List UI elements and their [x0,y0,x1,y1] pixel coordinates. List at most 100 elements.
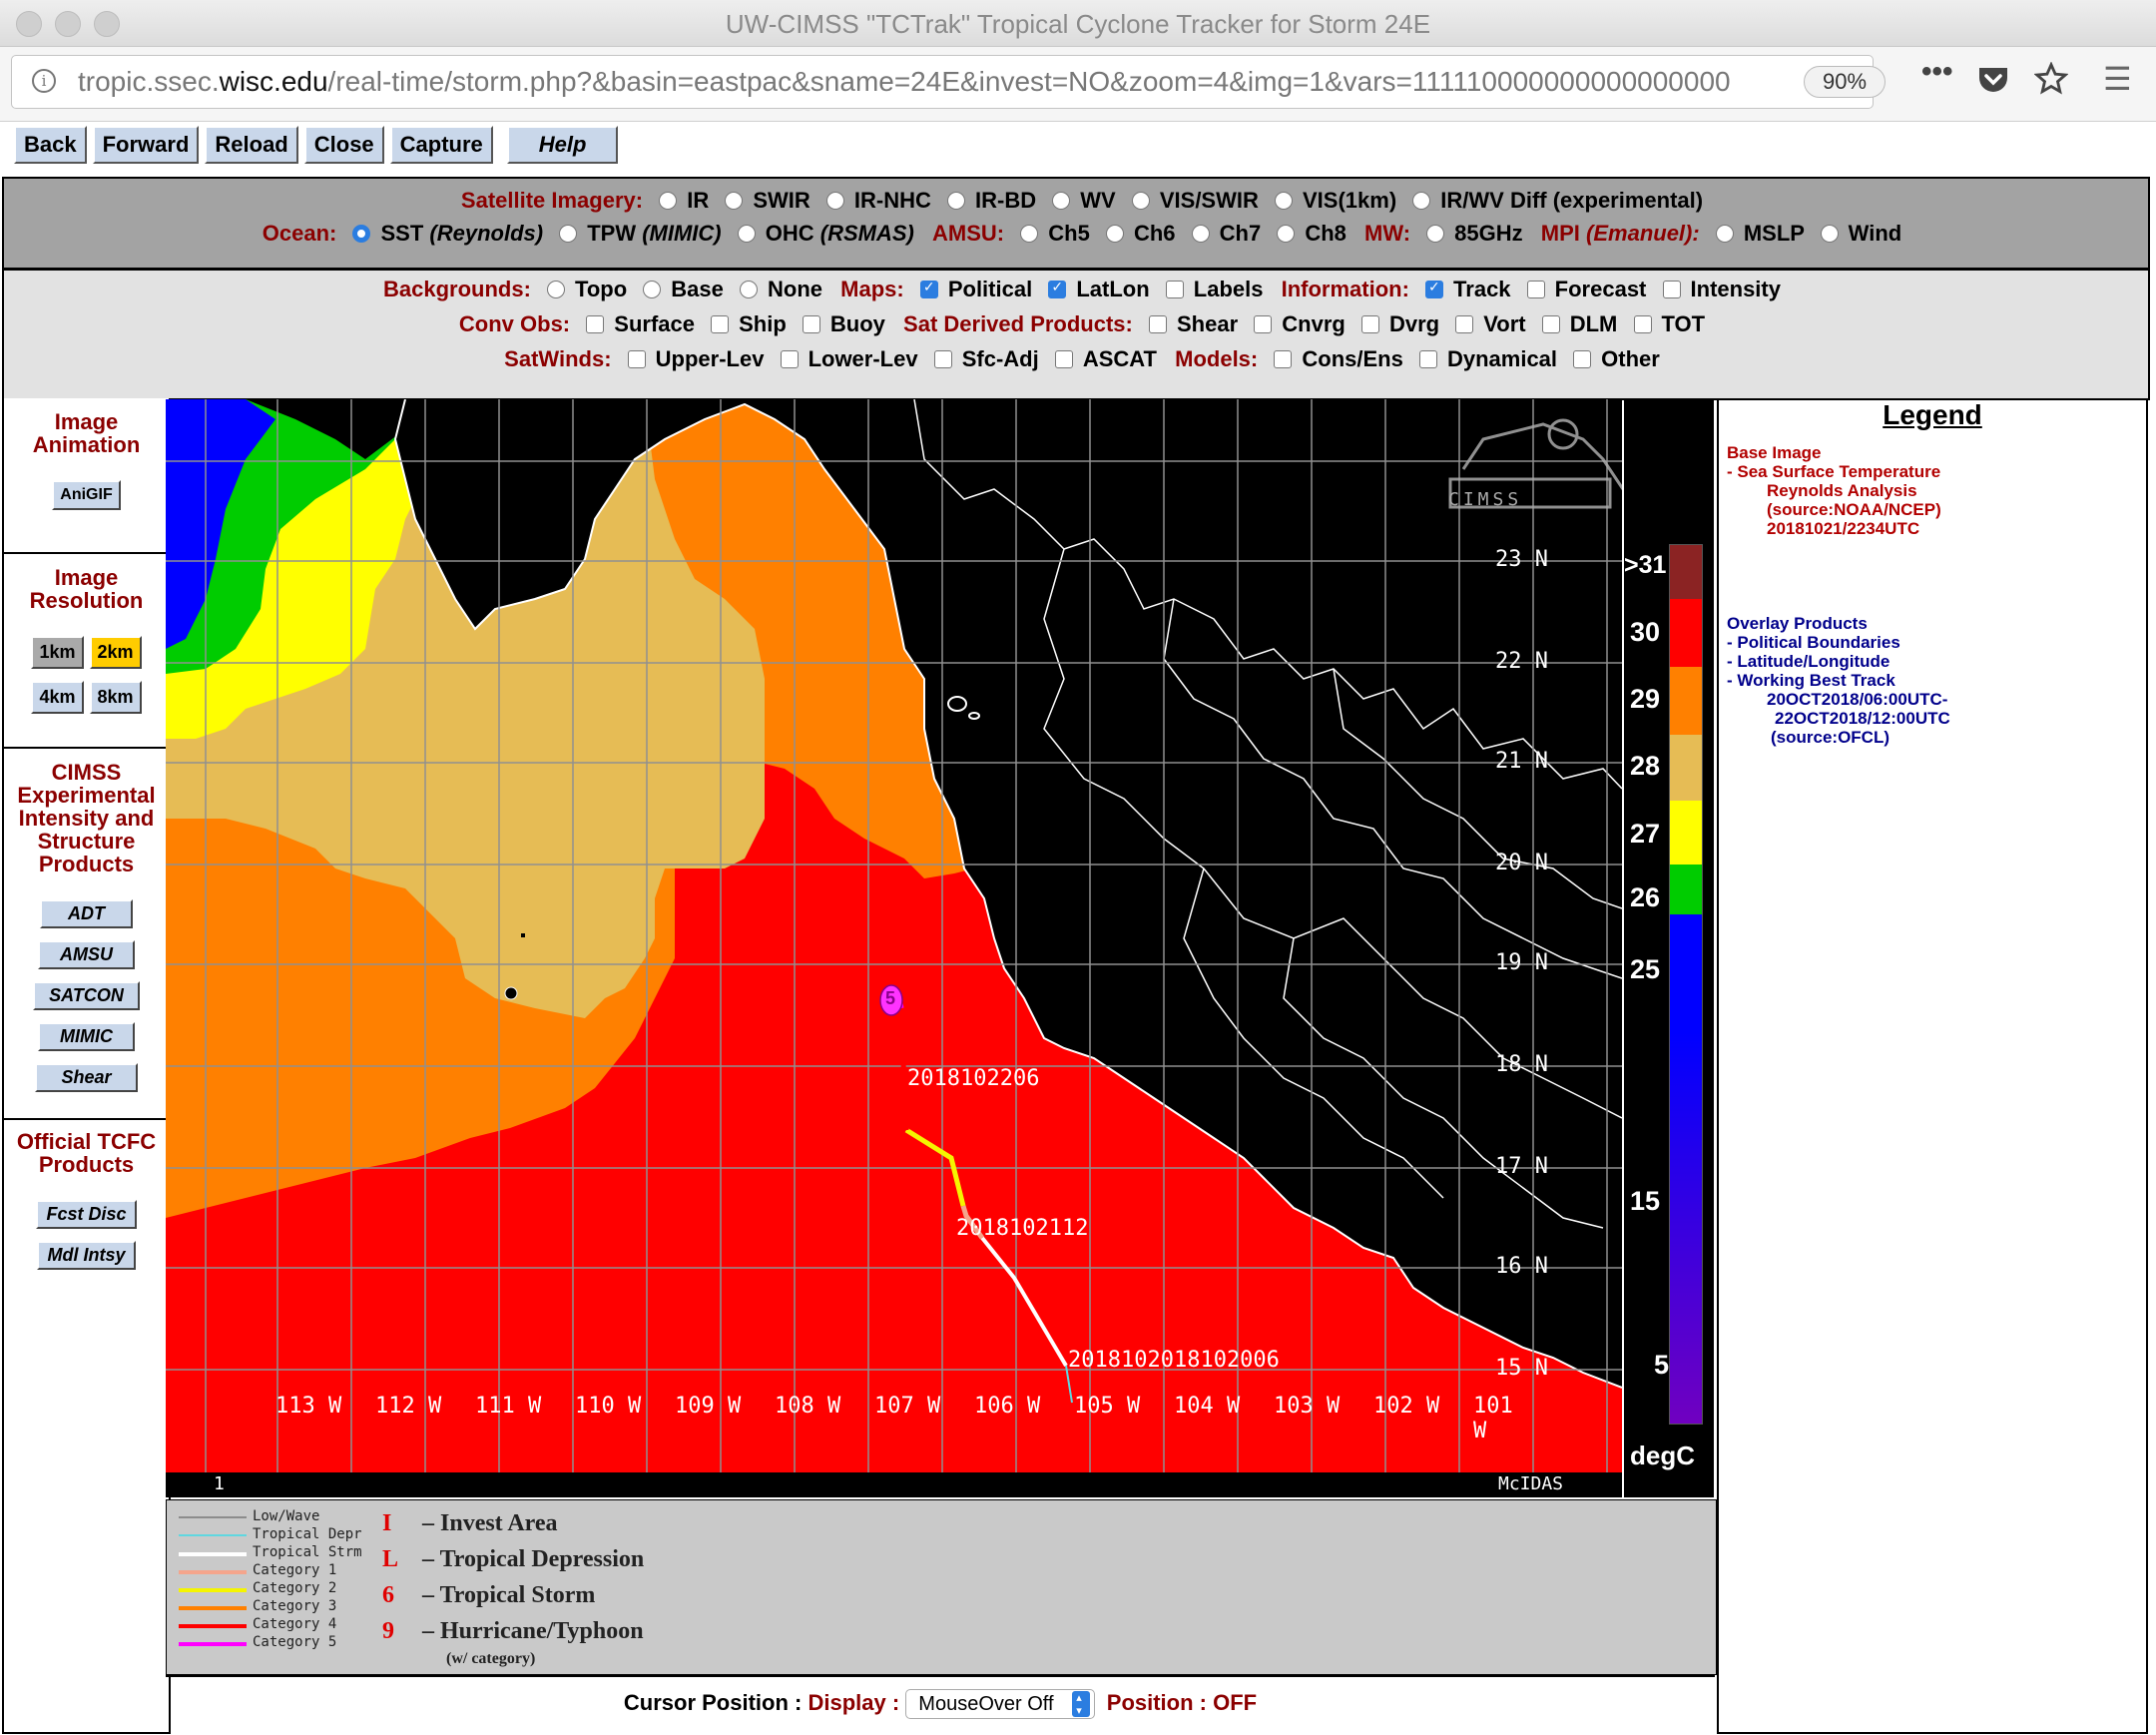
anigif-button[interactable]: AniGIF [52,480,121,510]
close-button[interactable]: Close [303,126,384,164]
checkbox-dvrg[interactable] [1360,315,1379,333]
checkbox-tot[interactable] [1633,315,1652,333]
address-bar[interactable]: i tropic.ssec.wisc.edu/real-time/storm.p… [11,55,1886,109]
radio-tpw[interactable] [559,225,578,243]
radio-wind[interactable] [1820,225,1839,243]
radio-ir[interactable] [659,192,678,210]
adt-button[interactable]: ADT [40,899,133,928]
checkbox-shear[interactable] [1149,315,1167,333]
radio-sst[interactable] [352,225,371,243]
official-tcfc-section: Official TCFC Products Fcst Disc Mdl Int… [4,1120,169,1276]
radio-ch7[interactable] [1191,225,1210,243]
help-button[interactable]: Help [506,126,619,164]
option-label: Wind [1848,221,1902,246]
checkbox-labels[interactable] [1165,281,1184,298]
radio-topo[interactable] [547,281,566,298]
section-title: Official TCFC Products [16,1129,157,1177]
radio-ir-bd[interactable] [947,192,966,210]
legend-line-swatch [179,1588,247,1592]
tropical-depression-legend: L – Tropical Depression [382,1546,644,1573]
radio-ir-wv-diff[interactable] [1412,192,1431,210]
radio-base[interactable] [643,281,662,298]
pocket-icon[interactable] [1977,66,2009,102]
checkbox-intensity[interactable] [1662,281,1681,298]
legend-line: (source:NOAA/NCEP) [1767,500,1941,519]
legend-line: - Working Best Track [1727,671,1895,690]
hamburger-menu-icon[interactable]: ☰ [2103,60,2132,98]
colorbar-scale [1669,544,1703,1425]
res-8km-button[interactable]: 8km [89,681,142,714]
lon-label: 103 W [1274,1394,1341,1419]
option-label: VIS/SWIR [1159,188,1259,213]
radio-ch5[interactable] [1020,225,1039,243]
checkbox-cons-ens[interactable] [1274,350,1293,368]
radio-swir[interactable] [725,192,744,210]
checkbox-buoy[interactable] [802,315,820,333]
checkbox-sfc-adj[interactable] [933,350,952,368]
amsu-button[interactable]: AMSU [38,940,135,969]
mimic-button[interactable]: MIMIC [38,1022,135,1051]
url-text[interactable]: tropic.ssec.wisc.edu/real-time/storm.php… [78,66,1775,98]
radio-wv[interactable] [1052,192,1071,210]
checkbox-cnvrg[interactable] [1254,315,1273,333]
option-label: Upper-Lev [655,346,765,371]
option-label: Ship [739,311,787,336]
checkbox-dlm[interactable] [1541,315,1560,333]
forward-button[interactable]: Forward [92,126,200,164]
option-label: Shear [1177,311,1239,336]
symbol-label: – Tropical Storm [422,1582,596,1608]
radio-vis-1km[interactable] [1275,192,1293,210]
checkbox-track[interactable] [1425,279,1444,298]
radio-ohc[interactable] [737,225,756,243]
zoom-indicator[interactable]: 90% [1804,66,1886,98]
storm-map[interactable]: CIMSS 23 N 22 N 21 N 20 N 19 N 18 N 17 N… [166,399,1622,1497]
shear-button[interactable]: Shear [35,1063,138,1092]
res-4km-button[interactable]: 4km [31,681,84,714]
checkbox-upper-lev[interactable] [627,350,646,368]
colorbar-label: 26 [1630,882,1661,912]
bookmark-star-icon[interactable] [2033,61,2069,104]
checkbox-forecast[interactable] [1526,281,1545,298]
island [968,712,980,720]
convobs-row: Conv Obs: Surface Ship Buoy Sat Derived … [4,311,2148,337]
option-label: Cons/Ens [1302,346,1403,371]
info-icon[interactable]: i [32,69,56,93]
checkbox-latlon[interactable] [1048,279,1067,298]
reload-button[interactable]: Reload [205,126,298,164]
radio-vis-swir[interactable] [1131,192,1150,210]
option-label: Track [1453,277,1511,301]
display-select[interactable]: MouseOver Off [905,1689,1095,1720]
option-label: Buoy [829,311,885,336]
satcon-button[interactable]: SATCON [33,981,140,1010]
radio-ch6[interactable] [1105,225,1124,243]
back-button[interactable]: Back [14,126,87,164]
radio-ir-nhc[interactable] [825,192,844,210]
checkbox-vort[interactable] [1455,315,1474,333]
radio-ch8[interactable] [1277,225,1296,243]
checkbox-political[interactable] [919,279,938,298]
option-label: OHC [765,221,814,246]
checkbox-dynamical[interactable] [1418,350,1437,368]
browser-navbar: i tropic.ssec.wisc.edu/real-time/storm.p… [0,47,2156,122]
res-2km-button[interactable]: 2km [89,636,142,669]
radio-mslp[interactable] [1715,225,1734,243]
checkbox-surface[interactable] [586,315,605,333]
checkbox-other[interactable] [1573,350,1592,368]
res-1km-button[interactable]: 1km [31,636,84,669]
mdl-intsy-button[interactable]: Mdl Intsy [37,1241,136,1270]
hurricane-symbol-icon: 9 [382,1618,394,1644]
checkbox-ship[interactable] [711,315,730,333]
checkbox-ascat[interactable] [1054,350,1073,368]
capture-button[interactable]: Capture [389,126,493,164]
radio-85ghz[interactable] [1426,225,1445,243]
more-actions-icon[interactable]: ••• [1921,55,1953,89]
maps-label: Maps: [840,277,904,301]
ocean-row: Ocean: SST (Reynolds) TPW (MIMIC) OHC (R… [4,221,2148,247]
legend-panel: Legend Base Image - Sea Surface Temperat… [1717,399,2148,1734]
fcst-disc-button[interactable]: Fcst Disc [36,1200,137,1229]
legend-line: - Sea Surface Temperature [1727,462,1941,481]
radio-none[interactable] [740,281,759,298]
lon-label: 102 W [1373,1394,1440,1419]
track-legend: Low/Wave Tropical Depr Tropical Strm Cat… [166,1499,1717,1675]
checkbox-lower-lev[interactable] [780,350,799,368]
